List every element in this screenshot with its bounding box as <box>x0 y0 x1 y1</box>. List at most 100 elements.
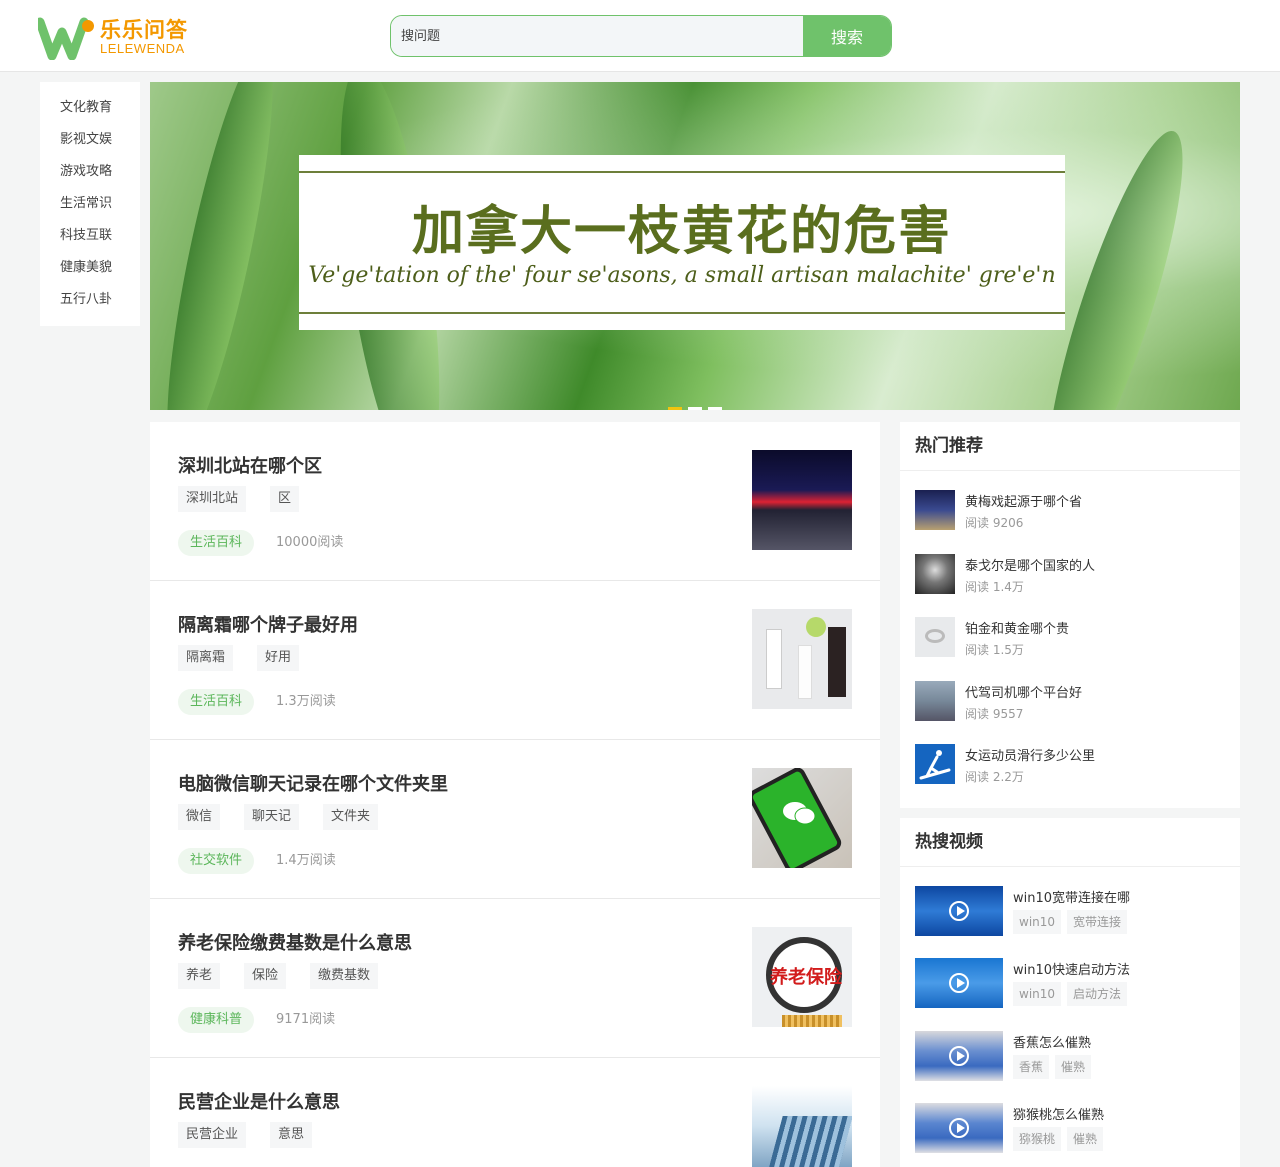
logo-w-icon <box>38 17 94 60</box>
feed-item[interactable]: 电脑微信聊天记录在哪个文件夹里 微信 聊天记 文件夹 社交软件 1.4万阅读 <box>150 740 880 899</box>
tag[interactable]: 深圳北站 <box>178 486 247 512</box>
hot-item-reads: 阅读 2.2万 <box>965 770 1024 784</box>
category-badge[interactable]: 社交软件 <box>178 848 255 874</box>
category-item[interactable]: 五行八卦 <box>40 286 140 318</box>
category-badge[interactable]: 健康科普 <box>178 1007 255 1033</box>
hero-banner[interactable]: 加拿大一枝黄花的危害 Ve'ge'tation of the' four se'… <box>150 82 1240 410</box>
hot-item[interactable]: 泰戈尔是哪个国家的人 阅读 1.4万 <box>915 554 1225 594</box>
video-tag[interactable]: 宽带连接 <box>1067 910 1128 934</box>
category-item[interactable]: 生活常识 <box>40 190 140 222</box>
hot-item-title[interactable]: 黄梅戏起源于哪个省 <box>965 491 1082 510</box>
feed-item[interactable]: 民营企业是什么意思 民营企业 意思 <box>150 1058 880 1167</box>
hot-item[interactable]: 女运动员滑行多少公里 阅读 2.2万 <box>915 744 1225 784</box>
hot-item-reads: 阅读 9557 <box>965 707 1024 721</box>
feed-item[interactable]: 深圳北站在哪个区 深圳北站区 生活百科 10000阅读 <box>150 422 880 581</box>
hot-item-reads: 阅读 1.5万 <box>965 643 1024 657</box>
play-icon <box>949 973 969 993</box>
category-item[interactable]: 影视文娱 <box>40 126 140 158</box>
video-tag[interactable]: 启动方法 <box>1067 982 1128 1006</box>
video-title[interactable]: 猕猴桃怎么催熟 <box>1013 1104 1104 1123</box>
category-item[interactable]: 文化教育 <box>40 94 140 126</box>
hot-item-thumbnail <box>915 617 955 657</box>
feed-item-thumbnail[interactable]: 养老保险 <box>752 927 852 1027</box>
carousel-dot[interactable] <box>688 407 702 410</box>
hot-item-title[interactable]: 泰戈尔是哪个国家的人 <box>965 555 1095 574</box>
feed-item-title[interactable]: 民营企业是什么意思 <box>178 1088 340 1114</box>
feed-item[interactable]: 养老保险缴费基数是什么意思 养老 保险 缴费基数 健康科普 9171阅读 养老保险 <box>150 899 880 1058</box>
tag[interactable]: 隔离霜 <box>178 645 234 671</box>
feed-item-title[interactable]: 深圳北站在哪个区 <box>178 452 322 478</box>
category-item[interactable]: 健康美貌 <box>40 254 140 286</box>
feed-item-thumbnail[interactable] <box>752 768 852 868</box>
hot-item-title[interactable]: 代驾司机哪个平台好 <box>965 682 1082 701</box>
play-icon <box>949 1118 969 1138</box>
video-title[interactable]: win10宽带连接在哪 <box>1013 887 1130 906</box>
site-logo[interactable]: 乐乐问答 LELEWENDA <box>38 14 198 60</box>
feed-item-meta: 健康科普 9171阅读 <box>178 1007 335 1033</box>
hot-item-thumbnail <box>915 744 955 784</box>
hot-item[interactable]: 铂金和黄金哪个贵 阅读 1.5万 <box>915 617 1225 657</box>
hot-item-title[interactable]: 女运动员滑行多少公里 <box>965 745 1095 764</box>
bottle-shape <box>798 645 812 699</box>
hot-item[interactable]: 黄梅戏起源于哪个省 阅读 9206 <box>915 490 1225 530</box>
carousel-dot[interactable] <box>668 407 682 410</box>
video-tag[interactable]: 香蕉 <box>1013 1055 1050 1079</box>
tag[interactable]: 聊天记 <box>244 804 300 830</box>
hot-recommend-panel: 热门推荐 黄梅戏起源于哪个省 阅读 9206 泰戈尔是哪个国家的人 阅读 1.4… <box>900 422 1240 808</box>
feed-item-thumbnail[interactable] <box>752 450 852 550</box>
video-item[interactable]: 香蕉怎么催熟 香蕉 催熟 <box>915 1031 1225 1081</box>
video-item[interactable]: win10快速启动方法 win10 启动方法 <box>915 958 1225 1008</box>
tag[interactable]: 缴费基数 <box>310 963 379 989</box>
feed-item-tags: 养老 保险 缴费基数 <box>178 963 402 989</box>
tag[interactable]: 养老 <box>178 963 221 989</box>
carousel-dot[interactable] <box>708 407 722 410</box>
category-item[interactable]: 游戏攻略 <box>40 158 140 190</box>
video-item[interactable]: win10宽带连接在哪 win10 宽带连接 <box>915 886 1225 936</box>
video-title[interactable]: 香蕉怎么催熟 <box>1013 1032 1091 1051</box>
building-shape <box>761 1116 852 1167</box>
category-item[interactable]: 科技互联 <box>40 222 140 254</box>
search-input[interactable] <box>391 16 803 56</box>
video-tag[interactable]: 催熟 <box>1067 1127 1104 1151</box>
tag[interactable]: 区 <box>270 486 300 512</box>
tag[interactable]: 好用 <box>257 645 300 671</box>
category-badge[interactable]: 生活百科 <box>178 689 255 715</box>
read-count: 1.4万阅读 <box>276 853 336 868</box>
category-badge[interactable]: 生活百科 <box>178 530 255 556</box>
video-thumbnail[interactable] <box>915 886 1003 936</box>
bottle-shape <box>828 627 846 697</box>
video-thumbnail[interactable] <box>915 1103 1003 1153</box>
video-tag[interactable]: 猕猴桃 <box>1013 1127 1062 1151</box>
feed-item-thumbnail[interactable] <box>752 1086 852 1167</box>
ring-shape <box>925 629 945 643</box>
feed-item-title[interactable]: 电脑微信聊天记录在哪个文件夹里 <box>178 770 448 796</box>
feed-item-title[interactable]: 隔离霜哪个牌子最好用 <box>178 611 358 637</box>
tag[interactable]: 文件夹 <box>323 804 379 830</box>
banner-subtitle: Ve'ge'tation of the' four se'asons, a sm… <box>308 263 1056 288</box>
video-tag[interactable]: win10 <box>1013 982 1062 1006</box>
video-title[interactable]: win10快速启动方法 <box>1013 959 1130 978</box>
video-item[interactable]: 猕猴桃怎么催熟 猕猴桃 催熟 <box>915 1103 1225 1153</box>
video-tag[interactable]: win10 <box>1013 910 1062 934</box>
video-tag[interactable]: 催熟 <box>1055 1055 1092 1079</box>
video-thumbnail[interactable] <box>915 958 1003 1008</box>
video-thumbnail[interactable] <box>915 1031 1003 1081</box>
hot-item-thumbnail <box>915 681 955 721</box>
hot-item-title[interactable]: 铂金和黄金哪个贵 <box>965 618 1069 637</box>
feed-item[interactable]: 隔离霜哪个牌子最好用 隔离霜 好用 生活百科 1.3万阅读 <box>150 581 880 740</box>
search-bar: 搜索 <box>390 15 892 57</box>
feed-item-title[interactable]: 养老保险缴费基数是什么意思 <box>178 929 412 955</box>
hot-item[interactable]: 代驾司机哪个平台好 阅读 9557 <box>915 681 1225 721</box>
feed-item-tags: 深圳北站区 <box>178 486 323 512</box>
banner-caption-card: 加拿大一枝黄花的危害 Ve'ge'tation of the' four se'… <box>299 155 1065 330</box>
search-button[interactable]: 搜索 <box>803 16 891 56</box>
tag[interactable]: 保险 <box>244 963 287 989</box>
tag[interactable]: 微信 <box>178 804 221 830</box>
banner-title: 加拿大一枝黄花的危害 <box>411 201 952 262</box>
video-tags: 香蕉 催熟 <box>1013 1055 1097 1079</box>
tag[interactable]: 意思 <box>270 1122 313 1148</box>
video-tags: win10 宽带连接 <box>1013 910 1133 934</box>
feed-item-thumbnail[interactable] <box>752 609 852 709</box>
tag[interactable]: 民营企业 <box>178 1122 247 1148</box>
read-count: 1.3万阅读 <box>276 694 336 709</box>
